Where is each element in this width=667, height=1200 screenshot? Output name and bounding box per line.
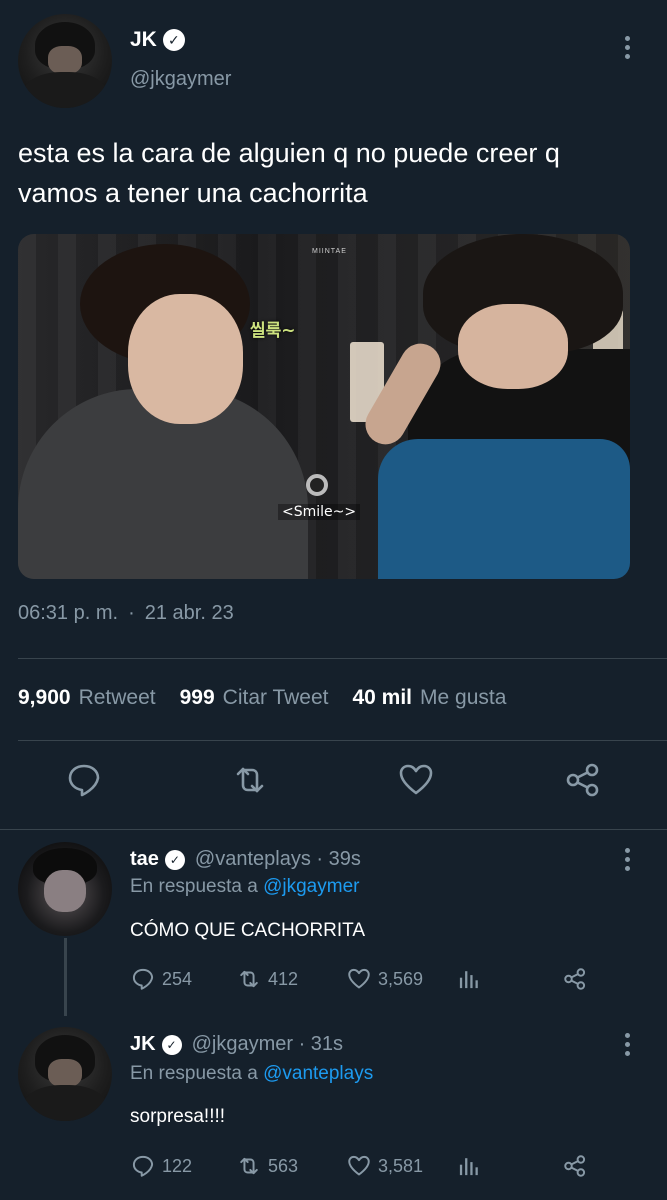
tweet-text: esta es la cara de alguien q no puede cr… [18, 138, 560, 208]
blue-pillow [378, 439, 630, 579]
avatar[interactable] [18, 842, 112, 936]
retweet-label: Retweet [78, 686, 156, 709]
retweet-button[interactable]: 412 [236, 966, 298, 992]
author-name-row[interactable]: JK ✓ [130, 28, 185, 52]
separator: · [128, 602, 135, 624]
microphone [306, 474, 328, 496]
like-count: 3,581 [378, 1155, 424, 1176]
quote-stat[interactable]: 999 Citar Tweet [180, 686, 329, 710]
retweet-count: 412 [268, 968, 299, 989]
tweet-actions [0, 760, 667, 810]
avatar-face [44, 870, 86, 912]
tweet-timestamp: 06:31 p. m. · 21 abr. 23 [18, 602, 234, 625]
analytics-button[interactable] [456, 966, 482, 992]
tweet-media-image[interactable]: MIINTAE 씰룩~ <Smile~> [18, 234, 630, 579]
media-caption-korean: 씰룩~ [250, 321, 296, 341]
tweet-time[interactable]: 06:31 p. m. [18, 602, 118, 625]
replying-to-handle-link[interactable]: @vanteplays [263, 1063, 373, 1084]
media-caption-smile: <Smile~> [278, 504, 361, 520]
reply-text: sorpresa!!!! [130, 1106, 226, 1127]
replying-to-prefix: En respuesta a [130, 1063, 258, 1084]
main-tweet: JK ✓ @jkgaymer esta es la cara de alguie… [0, 0, 667, 830]
tweet-date[interactable]: 21 abr. 23 [145, 602, 234, 625]
verified-badge-icon: ✓ [161, 1034, 182, 1055]
like-count: 3,569 [378, 968, 424, 989]
retweet-icon[interactable] [230, 760, 270, 800]
reply-count: 254 [162, 968, 193, 989]
analytics-icon [459, 1158, 478, 1176]
analytics-icon [459, 971, 478, 989]
like-icon [348, 1155, 370, 1176]
reply-button[interactable]: 122 [130, 1153, 192, 1179]
avatar[interactable] [18, 14, 112, 108]
person-left-face [128, 294, 243, 424]
reply-count: 122 [162, 1155, 193, 1176]
replying-to-prefix: En respuesta a [130, 876, 258, 897]
display-name[interactable]: tae [130, 848, 159, 871]
media-watermark: MIINTAE [312, 248, 347, 255]
reply-author-row[interactable]: JK ✓ @jkgaymer · 31s [130, 1033, 343, 1056]
reply-icon[interactable] [64, 760, 104, 800]
retweet-button[interactable]: 563 [236, 1153, 298, 1179]
avatar[interactable] [18, 1027, 112, 1121]
like-icon[interactable] [396, 760, 436, 800]
reply-tweet[interactable]: JK ✓ @jkgaymer · 31s En respuesta a @van… [0, 1015, 667, 1200]
replying-to: En respuesta a @vanteplays [130, 1063, 373, 1085]
more-options-icon[interactable] [622, 848, 632, 871]
reply-icon [132, 968, 154, 990]
divider [18, 658, 667, 659]
more-options-icon[interactable] [622, 36, 632, 59]
quote-label: Citar Tweet [222, 686, 329, 709]
quote-count: 999 [179, 686, 215, 709]
reply-button[interactable]: 254 [130, 966, 192, 992]
person-right-face [458, 304, 568, 389]
reply-text: CÓMO QUE CACHORRITA [130, 920, 366, 941]
like-label: Me gusta [420, 686, 507, 709]
avatar-face [48, 45, 82, 75]
retweet-count: 563 [268, 1155, 299, 1176]
display-name[interactable]: JK [130, 28, 157, 52]
reply-author-row[interactable]: tae ✓ @vanteplays · 39s [130, 848, 361, 871]
retweet-count: 9,900 [18, 686, 71, 709]
retweet-icon [240, 1157, 258, 1175]
retweet-stat[interactable]: 9,900 Retweet [18, 686, 156, 710]
retweet-icon [240, 970, 258, 988]
author-handle[interactable]: @jkgaymer [130, 68, 231, 91]
analytics-button[interactable] [456, 1153, 482, 1179]
reply-actions: 122 563 3,581 [130, 1153, 650, 1185]
tweet-detail-page: JK ✓ @jkgaymer esta es la cara de alguie… [0, 0, 667, 1200]
avatar-body [22, 1085, 108, 1121]
display-name[interactable]: JK [130, 1033, 156, 1056]
like-button[interactable]: 3,569 [346, 966, 423, 992]
avatar-body [22, 72, 108, 108]
like-icon [348, 968, 370, 989]
thread-connector-line [64, 938, 67, 1016]
like-count: 40 mil [352, 686, 413, 709]
reply-actions: 254 412 3,569 [130, 966, 650, 998]
reply-tweet[interactable]: tae ✓ @vanteplays · 39s En respuesta a @… [0, 830, 667, 1016]
handle-and-time[interactable]: @vanteplays · 39s [195, 848, 361, 871]
share-icon[interactable] [563, 760, 603, 800]
tweet-stats: 9,900 Retweet 999 Citar Tweet 40 mil Me … [18, 686, 530, 710]
more-options-icon[interactable] [622, 1033, 632, 1056]
avatar-face [48, 1058, 82, 1088]
share-icon [564, 968, 586, 990]
handle-and-time[interactable]: @jkgaymer · 31s [192, 1033, 343, 1056]
share-button[interactable] [562, 1153, 588, 1179]
share-icon [564, 1155, 586, 1177]
like-stat[interactable]: 40 mil Me gusta [352, 686, 506, 710]
verified-badge-icon: ✓ [162, 29, 185, 51]
like-button[interactable]: 3,581 [346, 1153, 423, 1179]
replying-to: En respuesta a @jkgaymer [130, 876, 359, 898]
verified-badge-icon: ✓ [164, 849, 185, 870]
replying-to-handle-link[interactable]: @jkgaymer [263, 876, 359, 897]
share-button[interactable] [562, 966, 588, 992]
divider [18, 740, 667, 741]
reply-icon [132, 1155, 154, 1177]
